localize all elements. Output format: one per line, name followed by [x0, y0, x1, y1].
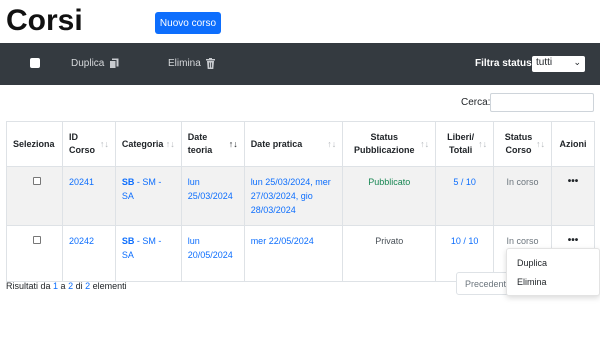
id-cell: 20242	[61, 225, 116, 282]
header-category[interactable]: Categoria ↑↓	[114, 121, 182, 167]
category-main[interactable]: SB	[122, 236, 135, 246]
results-info: Risultati da 1 a 2 di 2 elementi	[6, 281, 127, 291]
theory-cell: lun 20/05/2024	[180, 225, 245, 282]
course-status: In corso	[506, 236, 539, 246]
theory-cell: lun 25/03/2024	[180, 166, 245, 226]
copy-icon	[109, 58, 119, 69]
status-filter-label: Filtra status	[475, 58, 532, 69]
header-pub-label: Status Pubblicazione	[353, 132, 415, 155]
table-header-row: Seleziona ID Corso ↑↓ Categoria ↑↓ Date te…	[6, 121, 596, 167]
sort-icon: ↑↓	[327, 139, 337, 149]
sort-icon: ↑↓	[165, 139, 175, 149]
sort-icon: ↑↓	[99, 139, 109, 149]
status-filter-value: tutti	[536, 57, 553, 68]
search-input[interactable]	[490, 93, 594, 112]
page-title: Corsi	[6, 4, 83, 37]
more-actions-icon[interactable]: •••	[558, 175, 588, 189]
publication-status: Pubblicato	[368, 177, 411, 187]
delete-bulk-button[interactable]: Elimina	[168, 58, 215, 69]
sort-icon: ↑↓	[535, 139, 545, 149]
header-theory-dates[interactable]: Date teoria ↑↓	[180, 121, 245, 167]
results-prefix: Risultati da	[6, 281, 54, 291]
header-practice-label: Date pratica	[250, 138, 303, 149]
header-actions: Azioni	[550, 121, 596, 167]
row-checkbox[interactable]	[33, 236, 41, 244]
practice-dates[interactable]: mer 22/05/2024	[251, 236, 314, 246]
category-main[interactable]: SB	[122, 177, 135, 187]
header-theory-label: Date teoria	[187, 132, 213, 155]
header-seats-label: Liberi/ Totali	[447, 132, 475, 155]
table-row: 20241 SB - SM - SA lun 25/03/2024 lun 25…	[6, 166, 596, 226]
search-label: Cerca:	[461, 97, 491, 108]
header-category-label: Categoria	[121, 138, 164, 149]
duplicate-bulk-button[interactable]: Duplica	[71, 58, 119, 69]
results-mid2: di	[73, 281, 86, 291]
header-practice-dates[interactable]: Date pratica ↑↓	[243, 121, 344, 167]
sort-icon: ↑↓	[420, 139, 430, 149]
results-mid1: a	[58, 281, 69, 291]
header-id-label: ID Corso	[68, 132, 95, 155]
menu-item-duplicate[interactable]: Duplica	[517, 258, 547, 268]
sort-icon: ↑↓	[478, 139, 488, 149]
practice-dates[interactable]: lun 25/03/2024, mer 27/03/2024, gio 28/0…	[251, 177, 331, 215]
theory-dates[interactable]: lun 25/03/2024	[188, 177, 233, 201]
id-cell: 20241	[61, 166, 116, 226]
pub-status-cell: Privato	[342, 225, 437, 282]
category-cell: SB - SM - SA	[114, 225, 182, 282]
theory-dates[interactable]: lun 20/05/2024	[188, 236, 233, 260]
seats-value[interactable]: 5 / 10	[453, 177, 476, 187]
chevron-down-icon: ⌄	[573, 57, 581, 67]
header-course-status-label: Status Corso	[504, 132, 533, 155]
seats-value[interactable]: 10 / 10	[451, 236, 479, 246]
header-seats[interactable]: Liberi/ Totali ↑↓	[435, 121, 495, 167]
sort-asc-icon: ↑↓	[228, 139, 238, 149]
seats-cell: 5 / 10	[435, 166, 495, 226]
course-id-link[interactable]: 20241	[69, 177, 94, 187]
header-course-status[interactable]: Status Corso ↑↓	[493, 121, 552, 167]
header-select: Seleziona	[6, 121, 63, 167]
header-publication-status[interactable]: Status Pubblicazione ↑↓	[342, 121, 437, 167]
more-actions-icon[interactable]: •••	[558, 234, 588, 248]
course-id-link[interactable]: 20242	[69, 236, 94, 246]
courses-page: Corsi Nuovo corso Duplica Elimina Filtra…	[0, 0, 600, 338]
publication-status: Privato	[375, 236, 404, 246]
row-checkbox[interactable]	[33, 177, 41, 185]
trash-icon	[205, 58, 215, 69]
select-all-checkbox[interactable]	[30, 58, 40, 68]
row-actions-menu: Duplica Elimina	[506, 248, 600, 296]
row-select-cell	[6, 166, 63, 226]
status-filter-select[interactable]: tutti ⌄	[532, 56, 585, 72]
course-status-cell: In corso	[493, 166, 552, 226]
practice-cell: mer 22/05/2024	[243, 225, 344, 282]
new-course-button[interactable]: Nuovo corso	[155, 12, 221, 34]
header-id[interactable]: ID Corso ↑↓	[61, 121, 116, 167]
practice-cell: lun 25/03/2024, mer 27/03/2024, gio 28/0…	[243, 166, 344, 226]
results-suffix: elementi	[90, 281, 127, 291]
delete-bulk-label: Elimina	[168, 58, 201, 69]
menu-item-delete[interactable]: Elimina	[517, 277, 547, 287]
course-status: In corso	[506, 177, 539, 187]
duplicate-bulk-label: Duplica	[71, 58, 105, 69]
category-cell: SB - SM - SA	[114, 166, 182, 226]
actions-cell: •••	[550, 166, 596, 226]
bulk-actions-toolbar: Duplica Elimina Filtra status tutti ⌄	[0, 43, 600, 85]
pub-status-cell: Pubblicato	[342, 166, 437, 226]
row-select-cell	[6, 225, 63, 282]
